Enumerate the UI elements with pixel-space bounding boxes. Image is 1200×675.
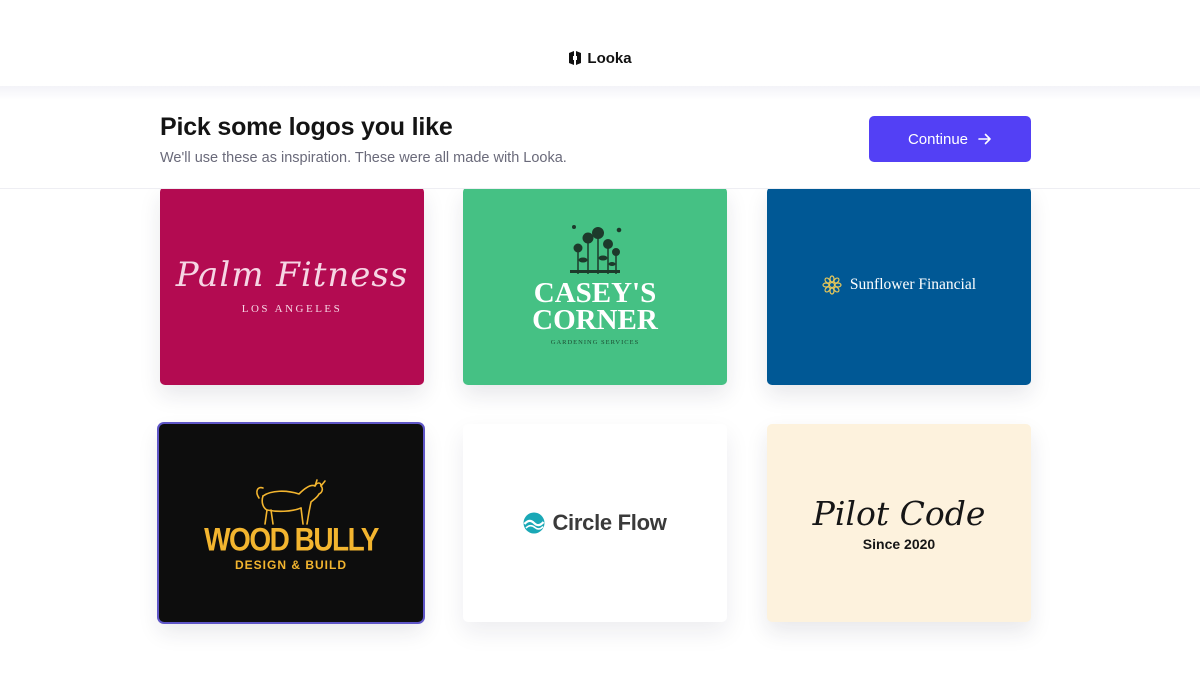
logo-card-palm-fitness[interactable]: Palm Fitness LOS ANGELES — [160, 187, 424, 385]
continue-button[interactable]: Continue — [869, 116, 1031, 162]
logo-title: Circle Flow — [552, 510, 667, 535]
logo-circle-flow: Circle Flow — [463, 424, 727, 622]
logo-subtitle: LOS ANGELES — [241, 303, 343, 315]
bull-icon — [256, 479, 326, 525]
logo-title: Sunflower Financial — [849, 276, 977, 293]
page-subtitle: We'll use these as inspiration. These we… — [160, 150, 567, 166]
logo-title-line2: CORNER — [532, 304, 658, 336]
logo-palm-fitness: Palm Fitness LOS ANGELES — [160, 187, 424, 385]
logo-subtitle: GARDENING SERVICES — [550, 339, 640, 346]
logo-subtitle: Since 2020 — [862, 536, 936, 552]
looka-logo-icon — [569, 51, 582, 65]
logo-card-pilot-code[interactable]: Pilot Code Since 2020 — [767, 424, 1031, 622]
arrow-right-icon — [978, 133, 991, 145]
logo-pilot-code: Pilot Code Since 2020 — [767, 424, 1031, 622]
logo-title: WOOD BULLY — [204, 521, 379, 558]
logo-subtitle: DESIGN & BUILD — [234, 558, 347, 572]
logo-title: Pilot Code — [812, 494, 986, 533]
wave-circle-icon — [523, 512, 545, 534]
logo-caseys-corner: CASEY'S CORNER GARDENING SERVICES — [463, 187, 727, 385]
logo-wood-bully: WOOD BULLY DESIGN & BUILD — [159, 424, 423, 622]
brand-name: Looka — [587, 49, 632, 67]
logo-title: CASEY'S CORNER — [463, 277, 727, 336]
logo-sunflower-financial: Sunflower Financial — [767, 187, 1031, 385]
logo-title: Palm Fitness — [175, 255, 409, 295]
page-title: Pick some logos you like — [160, 113, 453, 141]
flowers-icon — [570, 225, 622, 274]
logo-title-line1: CASEY'S — [533, 277, 657, 309]
sunflower-icon — [822, 275, 842, 295]
logo-card-sunflower-financial[interactable]: Sunflower Financial — [767, 187, 1031, 385]
looka-brand[interactable]: Looka — [568, 49, 632, 67]
top-bar: Looka — [0, 0, 1200, 86]
logo-card-wood-bully[interactable]: WOOD BULLY DESIGN & BUILD — [159, 424, 423, 622]
logo-card-caseys-corner[interactable]: CASEY'S CORNER GARDENING SERVICES — [463, 187, 727, 385]
page-header: Pick some logos you like We'll use these… — [0, 86, 1200, 189]
logo-card-circle-flow[interactable]: Circle Flow — [463, 424, 727, 622]
continue-label: Continue — [907, 130, 969, 148]
